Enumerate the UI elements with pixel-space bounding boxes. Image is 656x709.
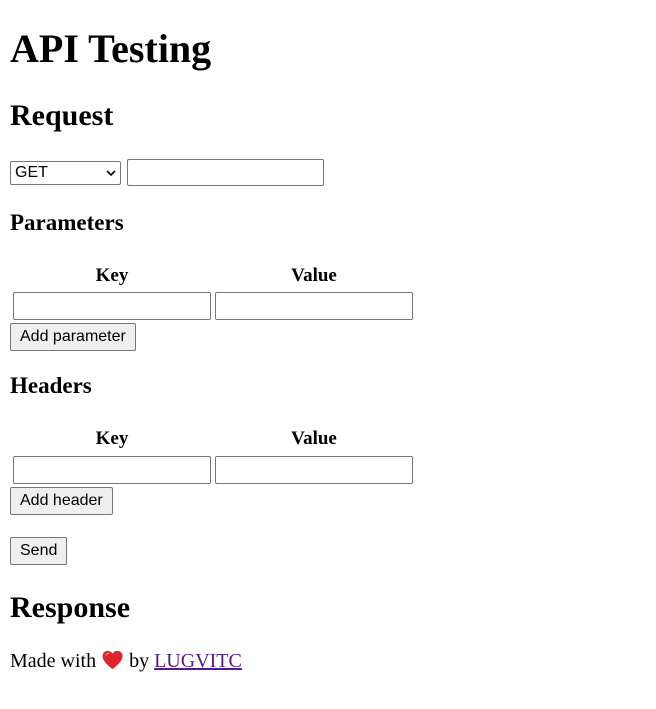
request-title: Request bbox=[10, 99, 114, 132]
parameters-value-header: Value bbox=[291, 265, 337, 286]
header-key-input[interactable] bbox=[13, 456, 211, 484]
footer: Made with by LUGVITC bbox=[10, 649, 242, 673]
header-value-input[interactable] bbox=[215, 456, 413, 484]
page-title: API Testing bbox=[10, 26, 212, 71]
footer-prefix: Made with bbox=[10, 650, 97, 672]
url-input[interactable] bbox=[127, 159, 324, 186]
headers-title: Headers bbox=[10, 373, 92, 398]
heart-icon bbox=[102, 650, 123, 670]
add-header-button[interactable]: Add header bbox=[10, 487, 113, 515]
parameters-key-header: Key bbox=[95, 265, 129, 286]
method-select-value: GET bbox=[15, 164, 48, 181]
lugvitc-link[interactable]: LUGVITC bbox=[154, 650, 242, 672]
parameter-key-input[interactable] bbox=[13, 292, 211, 320]
add-parameter-button[interactable]: Add parameter bbox=[10, 323, 136, 351]
parameters-title: Parameters bbox=[10, 210, 124, 235]
send-button[interactable]: Send bbox=[10, 537, 68, 565]
headers-value-header: Value bbox=[291, 428, 337, 449]
headers-key-header: Key bbox=[95, 428, 129, 449]
chevron-down-icon bbox=[106, 170, 116, 177]
footer-by: by bbox=[129, 650, 150, 672]
method-select[interactable]: GET bbox=[10, 161, 121, 185]
response-title: Response bbox=[10, 591, 131, 624]
parameter-value-input[interactable] bbox=[215, 292, 413, 320]
